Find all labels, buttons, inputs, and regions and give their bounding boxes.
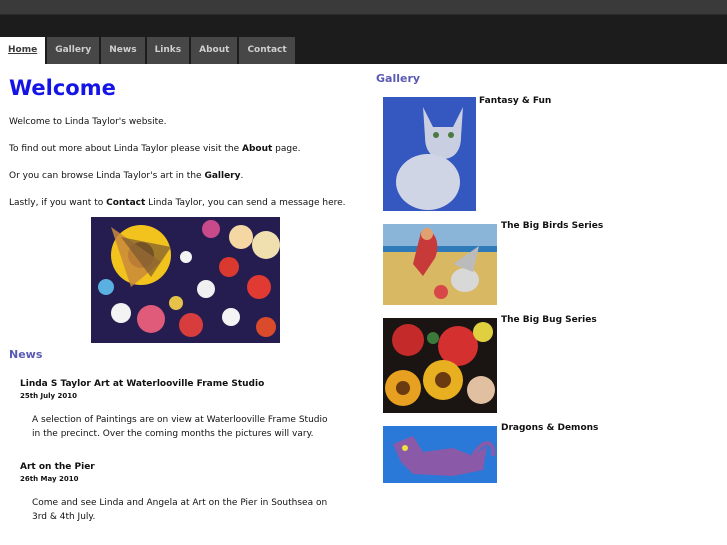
main-nav: Home Gallery News Links About Contact — [0, 37, 295, 64]
gallery-item[interactable]: The Big Bug Series — [383, 315, 597, 413]
gallery-paragraph: Or you can browse Linda Taylor's art in … — [9, 170, 354, 182]
page-title: Welcome — [9, 76, 116, 100]
gallery-sidebar: Gallery — [376, 72, 716, 85]
news-item: Art on the Pier 26th May 2010 Come and s… — [20, 461, 340, 524]
gallery-item[interactable]: The Big Birds Series — [383, 221, 603, 305]
gallery-item[interactable]: Fantasy & Fun — [383, 96, 551, 211]
gallery-item-label[interactable]: Dragons & Demons — [501, 423, 598, 433]
contact-text-end: Linda Taylor, you can send a message her… — [145, 198, 346, 208]
bugs-painting-thumbnail[interactable] — [383, 318, 497, 413]
gallery-item-label[interactable]: The Big Birds Series — [501, 221, 603, 231]
news-item-title[interactable]: Linda S Taylor Art at Waterlooville Fram… — [20, 378, 340, 390]
dragon-painting-thumbnail[interactable] — [383, 426, 497, 483]
news-item-body: A selection of Paintings are on view at … — [32, 415, 328, 439]
gallery-link[interactable]: Gallery — [204, 171, 240, 181]
news-heading: News — [9, 348, 43, 361]
gallery-text: Or you can browse Linda Taylor's art in … — [9, 171, 205, 181]
gallery-item-label[interactable]: Fantasy & Fun — [479, 96, 551, 106]
main-content: Welcome Welcome to Linda Taylor's websit… — [9, 76, 354, 343]
news-item-date: 26th May 2010 — [20, 475, 79, 483]
news-item-title[interactable]: Art on the Pier — [20, 461, 340, 473]
contact-link[interactable]: Contact — [106, 198, 145, 208]
gallery-heading: Gallery — [376, 72, 421, 85]
about-text: To find out more about Linda Taylor plea… — [9, 144, 242, 154]
nav-contact[interactable]: Contact — [239, 37, 295, 64]
cat-painting-thumbnail[interactable] — [383, 97, 476, 211]
contact-text: Lastly, if you want to — [9, 198, 107, 208]
nav-about[interactable]: About — [191, 37, 238, 64]
gallery-item-label[interactable]: The Big Bug Series — [501, 315, 597, 325]
birds-painting-thumbnail[interactable] — [383, 224, 497, 305]
nav-home[interactable]: Home — [0, 37, 46, 64]
gallery-item[interactable]: Dragons & Demons — [383, 423, 598, 483]
about-text-end: page. — [272, 144, 301, 154]
nav-news[interactable]: News — [101, 37, 145, 64]
nav-gallery[interactable]: Gallery — [47, 37, 100, 64]
about-link[interactable]: About — [242, 144, 272, 154]
featured-butterfly-painting — [91, 217, 280, 343]
nav-links[interactable]: Links — [146, 37, 190, 64]
news-item: Linda S Taylor Art at Waterlooville Fram… — [20, 378, 340, 441]
about-paragraph: To find out more about Linda Taylor plea… — [9, 143, 354, 155]
welcome-paragraph: Welcome to Linda Taylor's website. — [9, 117, 167, 127]
news-item-body: Come and see Linda and Angela at Art on … — [32, 498, 328, 522]
news-item-date: 25th July 2010 — [20, 392, 77, 400]
contact-paragraph: Lastly, if you want to Contact Linda Tay… — [9, 197, 354, 209]
gallery-text-end: . — [240, 171, 244, 181]
